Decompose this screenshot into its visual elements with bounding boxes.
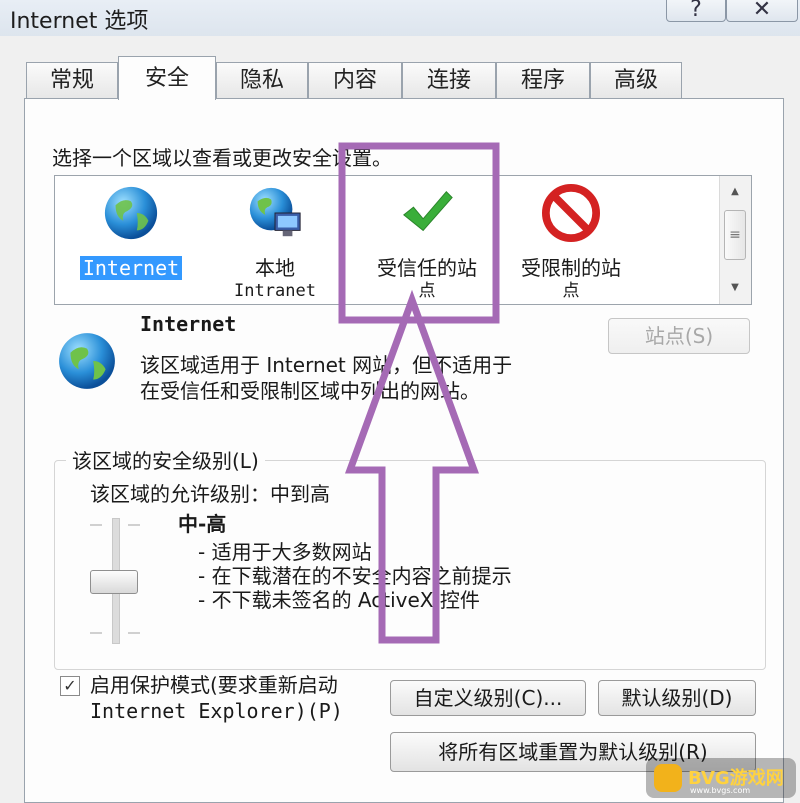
level-bullets: - 适用于大多数网站 - 在下载潜在的不安全内容之前提示 - 不下载未签名的 A…: [198, 540, 512, 612]
tab-general[interactable]: 常规: [26, 62, 118, 98]
zone-description-line1: 该区域适用于 Internet 网站，但不适用于: [140, 353, 513, 377]
slider-tick: [90, 524, 102, 526]
level-bullet: - 在下载潜在的不安全内容之前提示: [198, 564, 512, 588]
custom-level-button[interactable]: 自定义级别(C)...: [390, 680, 586, 716]
window-title: Internet 选项: [10, 9, 149, 34]
zone-local-intranet-label: 本地: [255, 256, 295, 280]
globe-icon: [59, 333, 115, 389]
level-bullet: - 不下载未签名的 ActiveX 控件: [198, 588, 480, 612]
allowed-levels: 该区域的允许级别：中到高: [90, 482, 330, 506]
protected-mode-checkbox[interactable]: ✓: [60, 676, 80, 696]
watermark: BVG游戏网 www.bvgs.com: [646, 758, 796, 798]
zone-restricted-sites[interactable]: 受限制的站 点: [491, 184, 651, 302]
level-bullet: - 适用于大多数网站: [198, 540, 372, 564]
sites-button[interactable]: 站点(S): [608, 318, 750, 354]
tab-security[interactable]: 安全: [118, 56, 216, 100]
zone-trusted-sites-sublabel: 点: [418, 281, 436, 301]
watermark-url: www.bvgs.com: [690, 786, 751, 795]
tab-programs[interactable]: 程序: [496, 62, 590, 98]
protected-mode-label-line1: 启用保护模式(要求重新启动: [90, 673, 338, 697]
zone-list[interactable]: Internet 本地 Intranet 受信任的站 点 受限制的站 点 ▲ ≡…: [54, 175, 752, 305]
security-level-legend: 该区域的安全级别(L): [66, 445, 265, 474]
zone-prompt: 选择一个区域以查看或更改安全设置。: [52, 146, 392, 170]
zone-description: 该区域适用于 Internet 网站，但不适用于 在受信任和受限制区域中列出的网…: [140, 352, 610, 404]
scroll-down-arrow-icon[interactable]: ▼: [720, 278, 750, 298]
zone-list-scrollbar[interactable]: ▲ ≡ ▼: [719, 176, 751, 304]
tab-connections[interactable]: 连接: [402, 62, 496, 98]
zone-trusted-sites[interactable]: 受信任的站 点: [347, 184, 507, 302]
zone-restricted-sites-sublabel: 点: [562, 281, 580, 301]
globe-icon: [104, 186, 158, 240]
no-entry-icon: [542, 184, 600, 242]
selected-zone-name: Internet: [140, 312, 237, 336]
slider-tick: [90, 632, 102, 634]
zone-internet-label: Internet: [79, 256, 183, 280]
protected-mode-label[interactable]: 启用保护模式(要求重新启动 Internet Explorer)(P): [90, 672, 343, 724]
zone-restricted-sites-label: 受限制的站: [521, 256, 621, 280]
close-button[interactable]: ✕: [726, 0, 798, 22]
tab-advanced[interactable]: 高级: [590, 62, 682, 98]
zone-local-intranet-sublabel: Intranet: [234, 281, 316, 301]
title-bar: Internet 选项 ? ✕: [0, 0, 800, 36]
scroll-up-arrow-icon[interactable]: ▲: [720, 182, 750, 202]
zone-internet[interactable]: Internet: [55, 184, 211, 280]
scroll-thumb[interactable]: ≡: [724, 210, 746, 260]
gamepad-logo-icon: [654, 764, 682, 792]
default-level-button[interactable]: 默认级别(D): [598, 680, 756, 716]
tab-privacy[interactable]: 隐私: [216, 62, 308, 98]
protected-mode-label-line2: Internet Explorer)(P): [90, 699, 343, 723]
slider-tick: [128, 524, 140, 526]
help-button[interactable]: ?: [666, 0, 726, 22]
intranet-globe-icon: [249, 187, 301, 237]
zone-trusted-sites-label: 受信任的站: [377, 256, 477, 280]
zone-description-line2: 在受信任和受限制区域中列出的网站。: [140, 379, 480, 403]
checkmark-icon: [403, 191, 453, 232]
slider-tick: [128, 632, 140, 634]
level-name: 中-高: [178, 512, 227, 536]
tab-content[interactable]: 内容: [308, 62, 402, 98]
zone-local-intranet[interactable]: 本地 Intranet: [195, 184, 355, 302]
security-level-slider-thumb[interactable]: [90, 570, 138, 594]
